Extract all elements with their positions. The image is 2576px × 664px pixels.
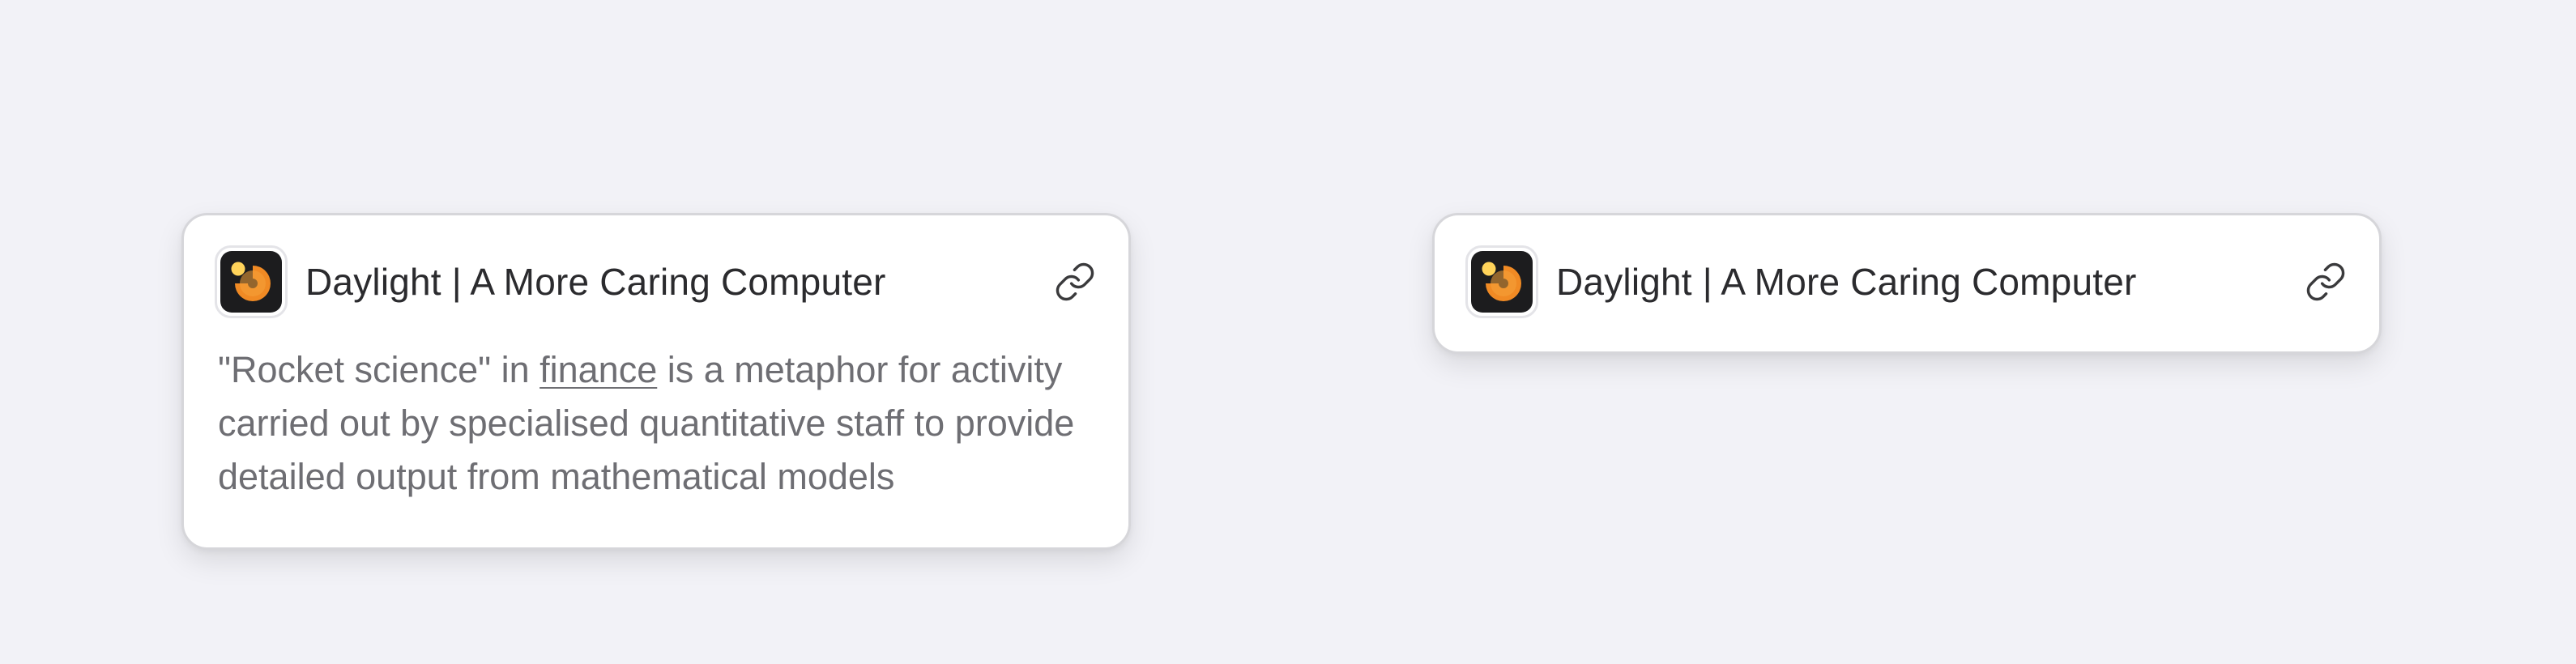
card-title: Daylight | A More Caring Computer bbox=[1556, 261, 2137, 303]
link-icon[interactable] bbox=[2301, 258, 2350, 306]
card-header: Daylight | A More Caring Computer bbox=[1465, 245, 2350, 318]
card-header: Daylight | A More Caring Computer bbox=[215, 245, 1099, 318]
daylight-logo-icon bbox=[215, 245, 288, 318]
description-text-before: "Rocket science" in bbox=[218, 349, 540, 390]
link-preview-card-compact[interactable]: Daylight | A More Caring Computer bbox=[1432, 213, 2382, 354]
finance-link[interactable]: finance bbox=[540, 349, 657, 390]
link-icon[interactable] bbox=[1051, 258, 1099, 306]
card-description: "Rocket science" in finance is a metapho… bbox=[218, 343, 1101, 504]
link-preview-card-expanded[interactable]: Daylight | A More Caring Computer "Rocke… bbox=[181, 213, 1131, 550]
card-title: Daylight | A More Caring Computer bbox=[305, 261, 886, 303]
daylight-logo-icon bbox=[1465, 245, 1538, 318]
